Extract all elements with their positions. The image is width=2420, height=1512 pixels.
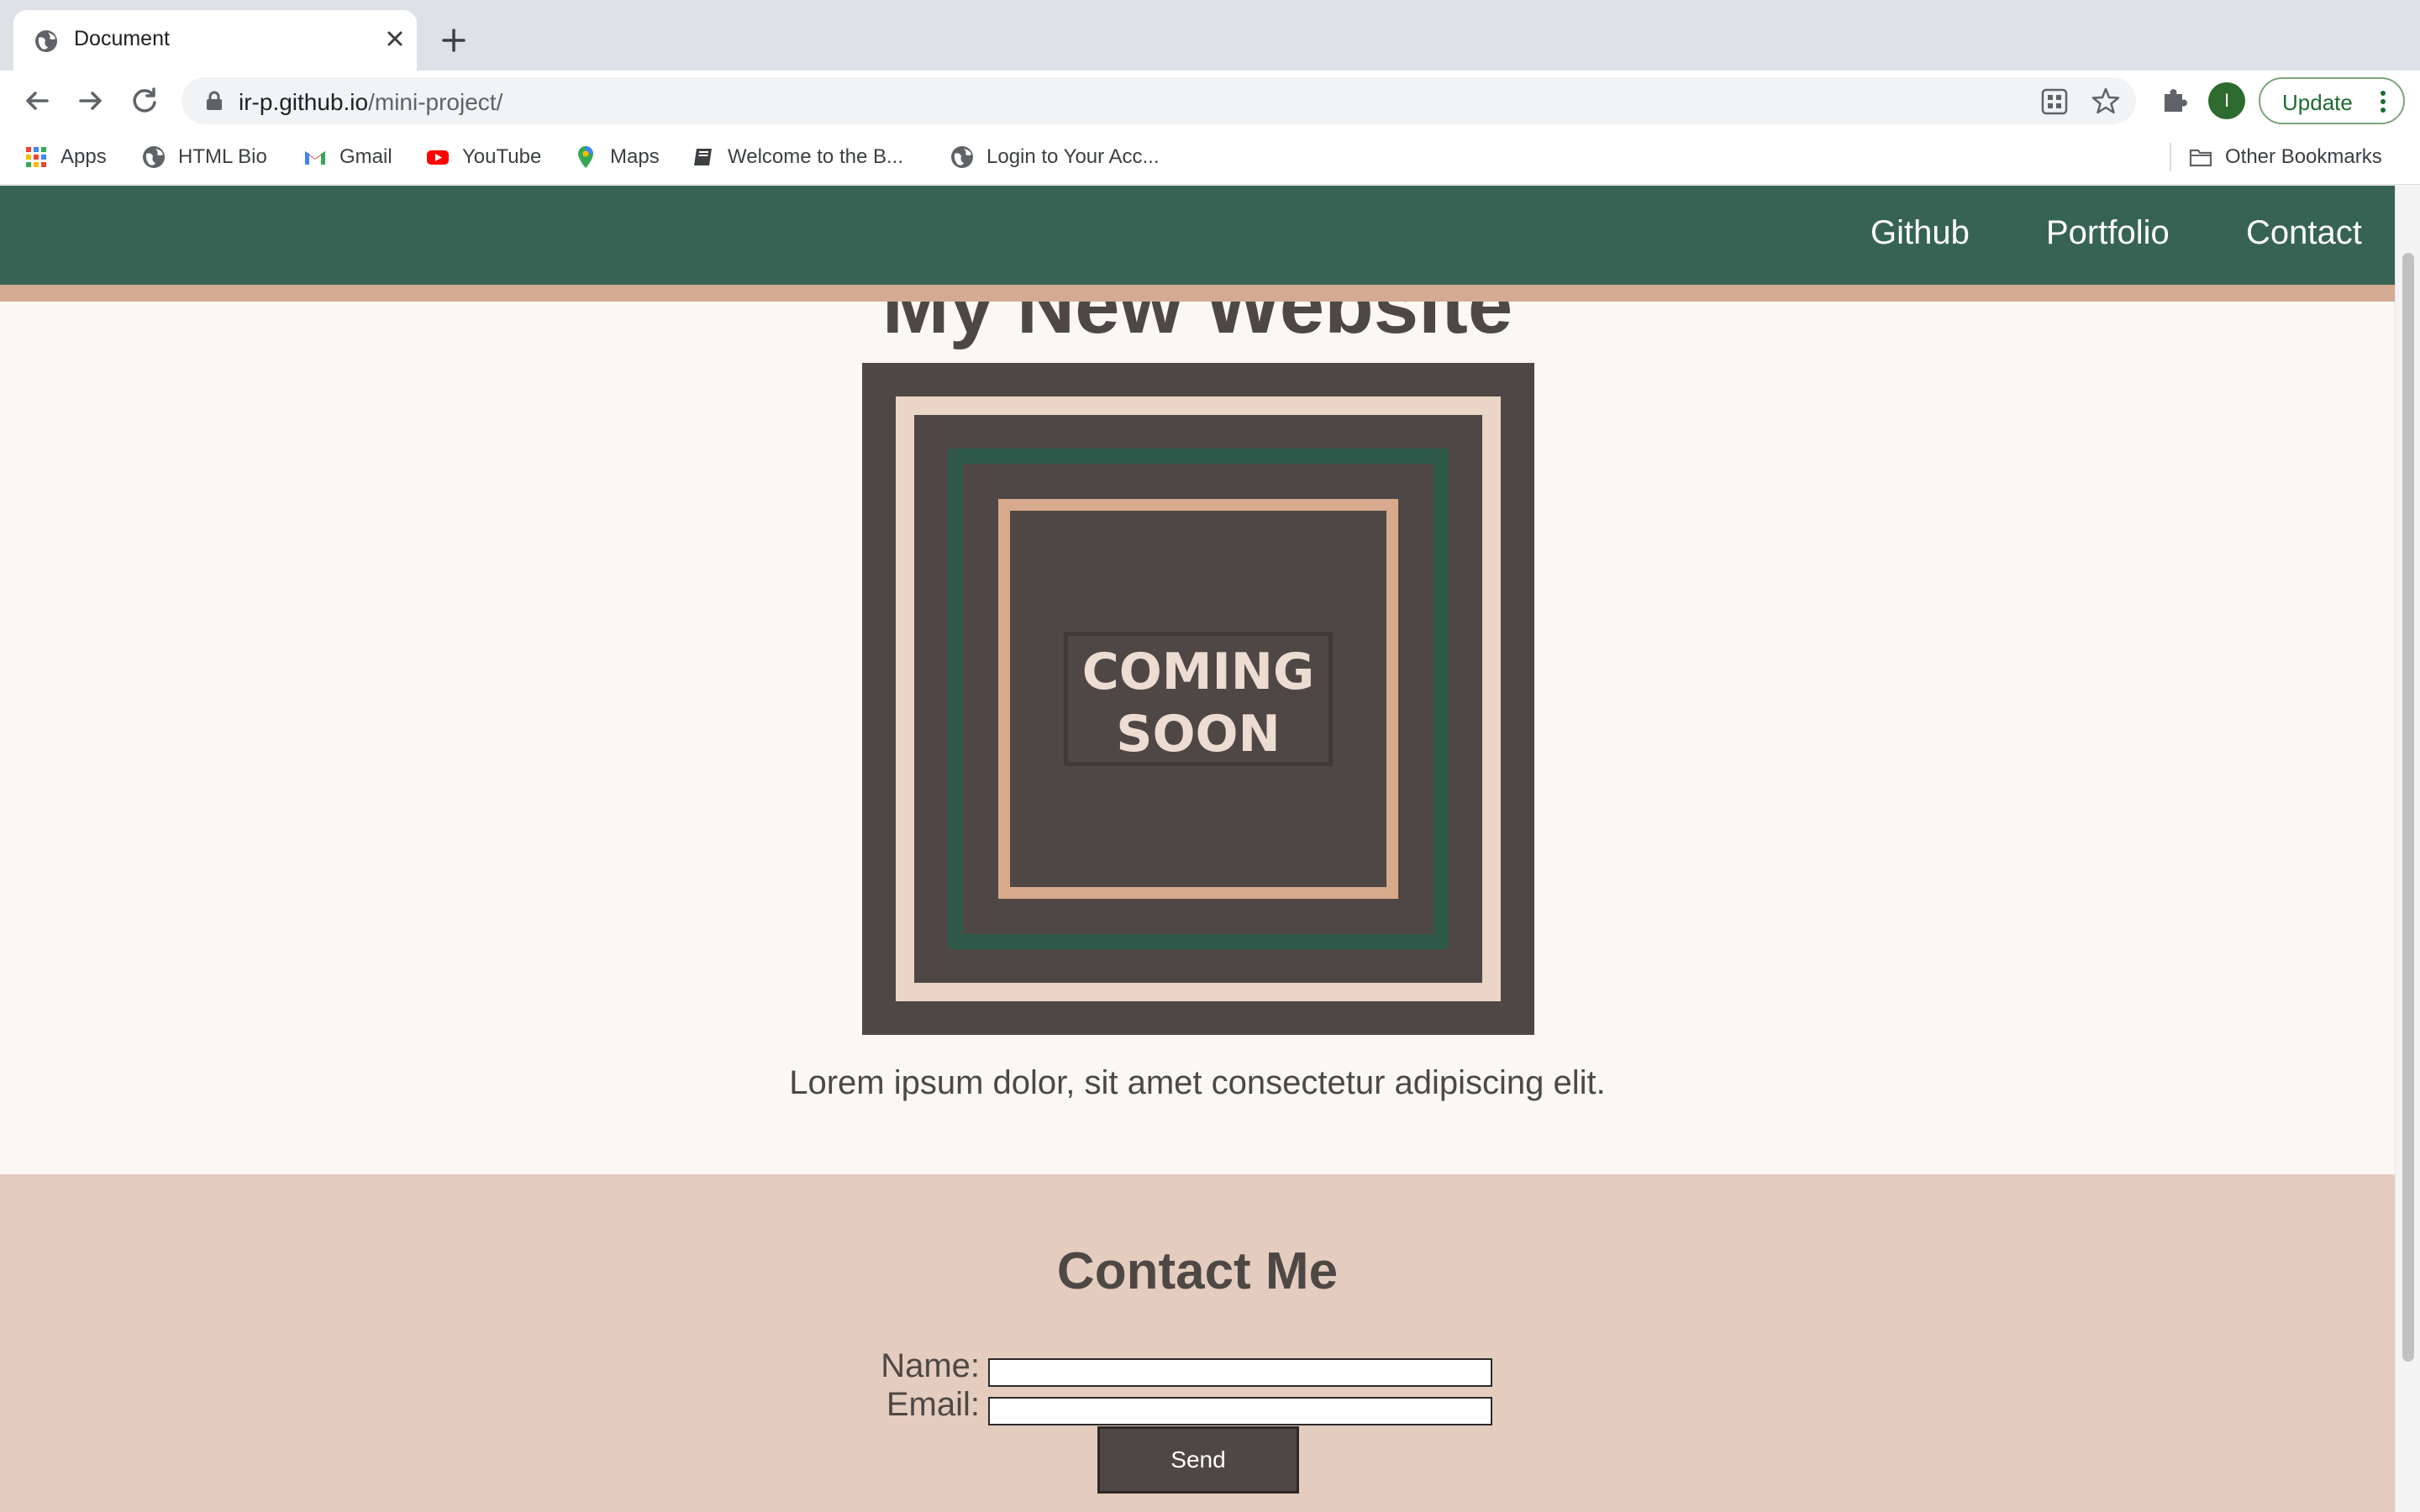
globe-icon: [143, 146, 165, 168]
bookmarks-separator: [2170, 143, 2171, 171]
coming-soon-text: COMING SOON: [1064, 632, 1333, 766]
other-bookmarks[interactable]: Other Bookmarks: [2188, 141, 2382, 173]
url-path: /mini-project/: [368, 89, 503, 115]
nav-link-portfolio[interactable]: Portfolio: [2046, 214, 2170, 252]
lock-icon[interactable]: [205, 91, 224, 111]
bookmark-star-icon[interactable]: [2091, 86, 2121, 116]
tab-title: Document: [74, 27, 170, 50]
intro-paragraph: Lorem ipsum dolor, sit amet consectetur …: [789, 1064, 1606, 1101]
bookmark-label: HTML Bio: [178, 145, 267, 168]
bookmark-login[interactable]: Login to Your Acc...: [950, 141, 1160, 173]
apps-grid-icon: [26, 147, 46, 167]
qr-code-icon[interactable]: [2040, 87, 2069, 116]
browser-tab[interactable]: Document: [13, 10, 417, 71]
coming-soon-line1: COMING: [1081, 643, 1315, 701]
nav-link-github[interactable]: Github: [1870, 214, 1970, 252]
gmail-icon: [305, 151, 325, 165]
bookmark-welcome[interactable]: Welcome to the B...: [691, 141, 903, 173]
other-bookmarks-label: Other Bookmarks: [2225, 145, 2382, 168]
bookmark-maps[interactable]: Maps: [573, 141, 660, 173]
bookmark-label: Maps: [610, 145, 660, 168]
youtube-icon: [427, 150, 449, 165]
scrollbar-thumb[interactable]: [2402, 253, 2414, 1362]
bookmark-label: YouTube: [462, 145, 542, 168]
email-label: Email:: [886, 1386, 980, 1423]
page-scrollbar[interactable]: [2395, 186, 2420, 1512]
profile-avatar[interactable]: I: [2208, 82, 2245, 119]
forward-arrow-icon[interactable]: [74, 84, 108, 118]
maps-pin-icon: [578, 146, 593, 168]
close-tab-icon[interactable]: [380, 24, 410, 54]
url-text[interactable]: ir-p.github.io/mini-project/: [239, 89, 502, 116]
bookmark-apps[interactable]: Apps: [24, 141, 107, 173]
navbar-accent-stripe: [0, 285, 2395, 302]
update-button[interactable]: Update: [2259, 77, 2405, 124]
name-label: Name:: [881, 1347, 980, 1384]
contact-section: Contact Me Name: Email: Send: [0, 1174, 2395, 1512]
page-viewport: My New Website Github Portfolio Contact …: [0, 186, 2395, 1512]
site-navbar: Github Portfolio Contact: [0, 186, 2395, 285]
new-tab-icon[interactable]: [437, 24, 471, 57]
address-bar[interactable]: ir-p.github.io/mini-project/: [182, 77, 2136, 124]
update-button-label: Update: [2282, 90, 2353, 115]
bookmark-label: Login to Your Acc...: [986, 145, 1160, 168]
reload-icon[interactable]: [128, 84, 161, 118]
contact-heading: Contact Me: [1056, 1242, 1339, 1300]
name-input[interactable]: [988, 1358, 1492, 1387]
tab-strip: Document: [0, 0, 2420, 71]
bookmark-youtube[interactable]: YouTube: [425, 141, 541, 173]
send-button[interactable]: Send: [1097, 1426, 1299, 1494]
coming-soon-line2: SOON: [1116, 705, 1281, 764]
globe-icon: [951, 146, 973, 168]
folder-icon: [2189, 149, 2212, 167]
globe-icon: [35, 30, 57, 52]
bookmarks-bar: Apps HTML Bio Gmail YouTube Maps Welcome…: [0, 129, 2420, 185]
browser-toolbar: ir-p.github.io/mini-project/: [0, 71, 2420, 129]
bookmark-label: Gmail: [339, 145, 392, 168]
book-icon: [694, 149, 712, 165]
url-host: ir-p.github.io: [239, 89, 369, 115]
bookmark-label: Welcome to the B...: [728, 145, 903, 168]
bookmark-html-bio[interactable]: HTML Bio: [141, 141, 267, 173]
nav-link-contact[interactable]: Contact: [2246, 214, 2362, 252]
coming-soon-image: COMING SOON: [862, 363, 1534, 1035]
extensions-puzzle-icon[interactable]: [2158, 84, 2190, 116]
email-input[interactable]: [988, 1397, 1492, 1425]
bookmark-gmail[interactable]: Gmail: [302, 141, 392, 173]
bookmark-label: Apps: [60, 145, 107, 168]
kebab-menu-icon[interactable]: [2378, 89, 2388, 114]
back-arrow-icon[interactable]: [20, 84, 54, 118]
